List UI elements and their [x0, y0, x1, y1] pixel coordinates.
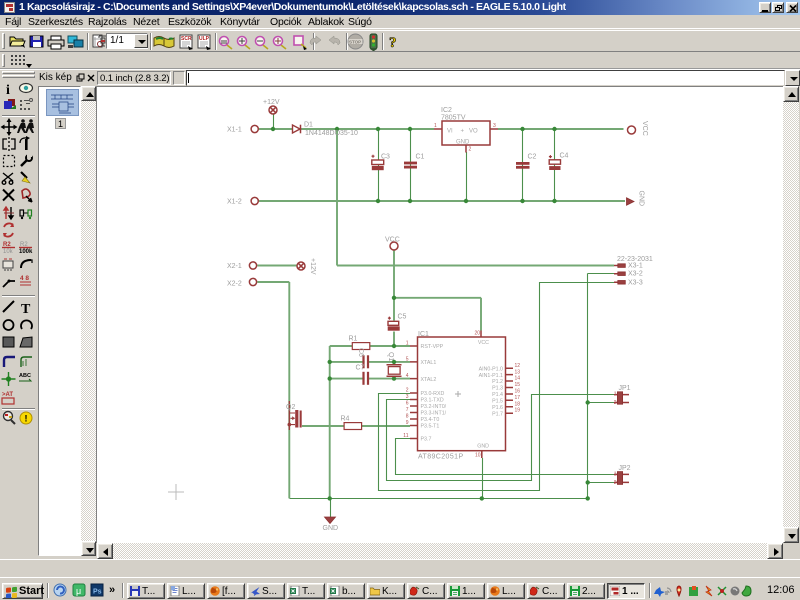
svg-text:C5: C5 [398, 314, 407, 321]
svg-text:7: 7 [406, 407, 409, 413]
svg-text:X3-1: X3-1 [628, 263, 643, 270]
svg-text:3: 3 [493, 123, 496, 129]
svg-text:AIN0-P1.0: AIN0-P1.0 [479, 367, 503, 373]
svg-text:AT89C2051P: AT89C2051P [418, 454, 464, 461]
svg-text:1: 1 [614, 392, 617, 398]
svg-text:18: 18 [515, 401, 521, 407]
svg-text:P3.1-TXD: P3.1-TXD [421, 398, 444, 404]
svg-text:VO: VO [469, 129, 478, 135]
svg-text:GND: GND [323, 525, 339, 532]
svg-text:5: 5 [406, 356, 409, 362]
svg-text:7805TV: 7805TV [441, 115, 466, 122]
svg-text:VI: VI [447, 129, 453, 135]
svg-text:4 8: 4 8 [20, 275, 29, 282]
svg-text:+12V: +12V [309, 258, 316, 275]
svg-text:C4: C4 [560, 153, 569, 160]
svg-text:P3.2-INT0/: P3.2-INT0/ [421, 404, 447, 410]
svg-text:1: 1 [614, 472, 617, 478]
svg-text:AIN1-P1.1: AIN1-P1.1 [479, 373, 503, 379]
svg-text:Q2: Q2 [286, 404, 295, 411]
svg-text:X3-2: X3-2 [628, 271, 643, 278]
svg-text:10: 10 [475, 453, 481, 459]
svg-text:P1.6: P1.6 [492, 405, 503, 411]
svg-text:14: 14 [515, 376, 521, 382]
svg-text:C2: C2 [528, 154, 537, 161]
svg-text:P3.3-INT1/: P3.3-INT1/ [421, 411, 447, 417]
svg-text:R4: R4 [341, 416, 350, 423]
svg-text:P1.2: P1.2 [492, 379, 503, 385]
svg-text:11: 11 [403, 433, 408, 439]
svg-text:P1.3: P1.3 [492, 386, 503, 392]
svg-text:X2-2: X2-2 [227, 281, 242, 288]
svg-text:VCC: VCC [478, 340, 489, 346]
svg-text:P1.7: P1.7 [492, 412, 503, 418]
svg-text:!: ! [25, 414, 28, 424]
svg-text:6: 6 [406, 401, 409, 407]
svg-text:100k: 100k [19, 249, 33, 255]
svg-text:JP2: JP2 [619, 465, 631, 472]
svg-text:P3.7: P3.7 [421, 437, 432, 443]
svg-text:T: T [21, 302, 31, 317]
svg-text:9: 9 [406, 420, 409, 426]
svg-text:X3-3: X3-3 [628, 279, 643, 286]
svg-text:?: ? [389, 35, 397, 51]
svg-text:19: 19 [515, 408, 521, 414]
svg-text:15: 15 [515, 382, 521, 388]
svg-text:GND: GND [638, 191, 645, 207]
svg-text:X1-1: X1-1 [227, 127, 242, 134]
svg-text:X2-1: X2-1 [227, 263, 242, 270]
svg-text:ABC: ABC [19, 373, 31, 379]
svg-text:JP1: JP1 [619, 385, 631, 392]
svg-text:13: 13 [515, 369, 521, 375]
svg-text:1: 1 [434, 123, 437, 129]
svg-text:2: 2 [614, 400, 617, 406]
svg-text:C3: C3 [381, 154, 390, 161]
svg-text:ULP: ULP [199, 36, 210, 42]
svg-text:VCC: VCC [385, 237, 400, 244]
svg-text:1: 1 [406, 341, 409, 347]
svg-text:VCC: VCC [641, 121, 648, 136]
svg-text:GND: GND [477, 444, 489, 450]
svg-text:D1: D1 [304, 122, 313, 129]
svg-text:16: 16 [515, 389, 521, 395]
svg-text:P3.5-T1: P3.5-T1 [421, 424, 440, 430]
svg-text:12: 12 [515, 363, 521, 369]
svg-text:IC2: IC2 [441, 107, 452, 114]
svg-text:X1-2: X1-2 [227, 199, 242, 206]
svg-text:2: 2 [406, 388, 409, 394]
svg-text:+12V: +12V [263, 99, 280, 106]
svg-text:RST-VPP: RST-VPP [421, 344, 444, 350]
svg-text:1N4148DO35-10: 1N4148DO35-10 [305, 130, 358, 137]
svg-text:XTAL1: XTAL1 [421, 360, 437, 366]
svg-text:STOP: STOP [349, 40, 361, 45]
svg-text:3: 3 [406, 394, 409, 400]
svg-text:SCR: SCR [181, 36, 192, 42]
svg-text:P3.4-T0: P3.4-T0 [421, 417, 440, 423]
svg-text:IC1: IC1 [418, 331, 429, 338]
svg-text:C1: C1 [416, 154, 425, 161]
svg-text:10k: 10k [3, 249, 14, 255]
svg-text:Q1: Q1 [387, 352, 394, 361]
svg-text:17: 17 [515, 395, 521, 401]
svg-text:2: 2 [469, 147, 472, 153]
svg-text:C6: C6 [357, 348, 364, 357]
svg-text:i: i [6, 83, 10, 98]
svg-text:P1.5: P1.5 [492, 399, 503, 405]
svg-text:8: 8 [406, 414, 409, 420]
svg-text:C7: C7 [356, 365, 365, 372]
svg-text:P3.0-RXD: P3.0-RXD [421, 391, 445, 397]
svg-text:P1.4: P1.4 [492, 392, 503, 398]
svg-text:R1: R1 [349, 336, 358, 343]
svg-text:>AT: >AT [2, 392, 13, 398]
svg-text:GND: GND [456, 140, 470, 146]
svg-text:20: 20 [474, 331, 480, 337]
svg-text:XTAL2: XTAL2 [421, 377, 437, 383]
svg-text:Ps: Ps [93, 589, 102, 596]
svg-text:μ: μ [76, 586, 81, 596]
svg-text:4: 4 [406, 373, 409, 379]
svg-text:2: 2 [614, 480, 617, 486]
svg-text:+: + [461, 129, 465, 135]
